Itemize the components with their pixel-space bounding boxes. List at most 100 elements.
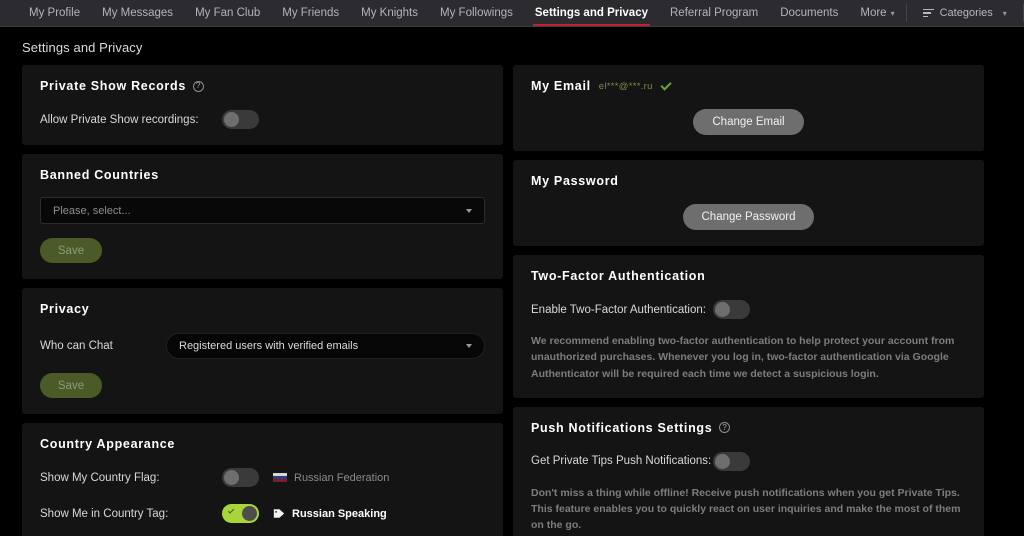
row-label: Who can Chat: [40, 340, 113, 352]
nav-item-label: More: [860, 7, 887, 19]
panel-title: Push Notifications Settings ?: [531, 421, 966, 435]
panel-title-text: My Email: [531, 79, 591, 93]
panel-title-text: Private Show Records: [40, 79, 186, 93]
row-who-can-chat: Who can Chat Registered users with verif…: [40, 333, 485, 359]
country-tag-label: Russian Speaking: [273, 508, 387, 520]
change-password-button[interactable]: Change Password: [682, 204, 815, 230]
select-value-text: Registered users with verified emails: [179, 340, 359, 352]
country-name-text: Russian Federation: [294, 471, 390, 484]
change-email-button[interactable]: Change Email: [693, 109, 804, 135]
panel-title-text: My Password: [531, 174, 619, 188]
panel-my-password: My Password Change Password: [513, 160, 984, 246]
toggle-show-my-country-flag[interactable]: [222, 468, 259, 487]
panel-banned-countries: Banned Countries Please, select... Save: [22, 154, 503, 279]
question-circle-icon[interactable]: ?: [719, 422, 731, 434]
russian-flag-icon: [273, 473, 287, 482]
nav-item-my-followings[interactable]: My Followings: [429, 0, 524, 26]
toggle-knob: [715, 453, 730, 469]
nav-item-documents[interactable]: Documents: [769, 0, 849, 26]
country-flag-label: Russian Federation: [273, 472, 389, 484]
save-banned-countries-button[interactable]: Save: [40, 238, 102, 263]
question-circle-icon[interactable]: ?: [193, 80, 204, 92]
nav-item-label: My Followings: [440, 7, 513, 19]
panel-title-text: Country Appearance: [40, 437, 176, 451]
nav-item-label: Referral Program: [670, 7, 759, 19]
toggle-enable-two-factor-authentication[interactable]: [713, 300, 750, 319]
panel-title: Two-Factor Authentication: [531, 269, 966, 283]
nav-tools-group: Categories ▾ Search: [905, 0, 1024, 26]
toggle-knob: [242, 506, 257, 521]
categories-button[interactable]: Categories ▾: [907, 0, 1023, 26]
panel-title-text: Push Notifications Settings: [531, 420, 713, 435]
right-column: My Email el***@***.ru Change Email My Pa…: [513, 65, 984, 536]
panel-title-text: Banned Countries: [40, 168, 159, 182]
nav-item-my-profile[interactable]: My Profile: [18, 0, 91, 26]
toggle-knob: [224, 112, 239, 127]
filter-lines-icon: [922, 8, 934, 18]
nav-item-settings-and-privacy[interactable]: Settings and Privacy: [524, 0, 659, 26]
nav-item-label: My Profile: [29, 7, 81, 19]
page-title: Settings and Privacy: [22, 40, 143, 55]
chevron-down-icon: [466, 344, 472, 348]
toggle-allow-private-show-recordings[interactable]: [222, 110, 259, 129]
nav-item-my-knights[interactable]: My Knights: [350, 0, 429, 26]
tag-icon: [273, 509, 285, 518]
row-label: Get Private Tips Push Notifications:: [531, 455, 712, 468]
panel-country-appearance: Country Appearance Show My Country Flag:…: [22, 423, 503, 536]
nav-item-my-messages[interactable]: My Messages: [91, 0, 184, 26]
top-navigation-bar: My Profile My Messages My Fan Club My Fr…: [0, 0, 1024, 27]
panel-title: Private Show Records ?: [40, 79, 485, 93]
panel-title-text: Two-Factor Authentication: [531, 269, 706, 283]
nav-item-label: My Friends: [282, 7, 340, 19]
toggle-knob: [224, 470, 239, 485]
row-label: Show Me in Country Tag:: [40, 507, 169, 520]
panel-privacy: Privacy Who can Chat Registered users wi…: [22, 288, 503, 414]
nav-item-more[interactable]: More ▾: [849, 0, 905, 26]
row-label: Show My Country Flag:: [40, 471, 160, 484]
settings-columns: Private Show Records ? Allow Private Sho…: [0, 65, 1024, 536]
row-label: Allow Private Show recordings:: [40, 113, 199, 126]
panel-title-text: Privacy: [40, 302, 90, 316]
panel-title: My Email el***@***.ru: [531, 78, 966, 93]
panel-title: My Password: [531, 174, 966, 188]
chevron-down-icon: ▾: [1002, 8, 1007, 18]
row-get-private-tips-push-notifications: Get Private Tips Push Notifications:: [531, 451, 966, 471]
row-allow-private-show-recordings: Allow Private Show recordings:: [40, 110, 485, 129]
nav-items-group: My Profile My Messages My Fan Club My Fr…: [0, 0, 906, 26]
select-placeholder-text: Please, select...: [53, 204, 131, 217]
panel-two-factor-authentication: Two-Factor Authentication Enable Two-Fac…: [513, 255, 984, 398]
chevron-down-icon: ▾: [890, 8, 895, 18]
categories-label: Categories: [939, 7, 993, 19]
panel-my-email: My Email el***@***.ru Change Email: [513, 65, 984, 151]
panel-title: Country Appearance: [40, 437, 485, 451]
panel-title: Privacy: [40, 302, 485, 316]
nav-item-my-friends[interactable]: My Friends: [271, 0, 350, 26]
panel-private-show-records: Private Show Records ? Allow Private Sho…: [22, 65, 503, 145]
nav-item-label: My Messages: [102, 7, 174, 19]
left-column: Private Show Records ? Allow Private Sho…: [22, 65, 503, 536]
panel-push-notifications-settings: Push Notifications Settings ? Get Privat…: [513, 406, 984, 536]
country-tag-text: Russian Speaking: [292, 507, 387, 520]
masked-email-text: el***@***.ru: [598, 80, 653, 92]
two-factor-description: We recommend enabling two-factor authent…: [531, 335, 955, 380]
row-show-me-in-country-tag: Show Me in Country Tag: Russian Speaking: [40, 504, 485, 523]
select-banned-countries[interactable]: Please, select...: [40, 197, 485, 224]
toggle-show-me-in-country-tag[interactable]: [222, 504, 259, 523]
check-icon: [227, 507, 235, 514]
select-who-can-chat[interactable]: Registered users with verified emails: [166, 333, 485, 359]
panel-title: Banned Countries: [40, 168, 485, 182]
nav-item-label: My Fan Club: [195, 7, 261, 19]
push-notifications-description: Don't miss a thing while offline! Receiv…: [531, 486, 961, 532]
nav-item-referral-program[interactable]: Referral Program: [659, 0, 769, 26]
toggle-get-private-tips-push-notifications[interactable]: [713, 451, 750, 471]
nav-item-label: Documents: [780, 7, 839, 19]
verified-check-icon: [660, 78, 672, 91]
row-show-my-country-flag: Show My Country Flag: Russian Federation: [40, 468, 485, 487]
nav-item-label: Settings and Privacy: [534, 7, 648, 19]
toggle-knob: [715, 302, 730, 317]
save-privacy-button[interactable]: Save: [40, 373, 102, 398]
row-label: Enable Two-Factor Authentication:: [531, 303, 706, 316]
nav-item-label: My Knights: [361, 7, 419, 19]
nav-item-my-fan-club[interactable]: My Fan Club: [184, 0, 271, 26]
chevron-down-icon: [466, 208, 472, 213]
